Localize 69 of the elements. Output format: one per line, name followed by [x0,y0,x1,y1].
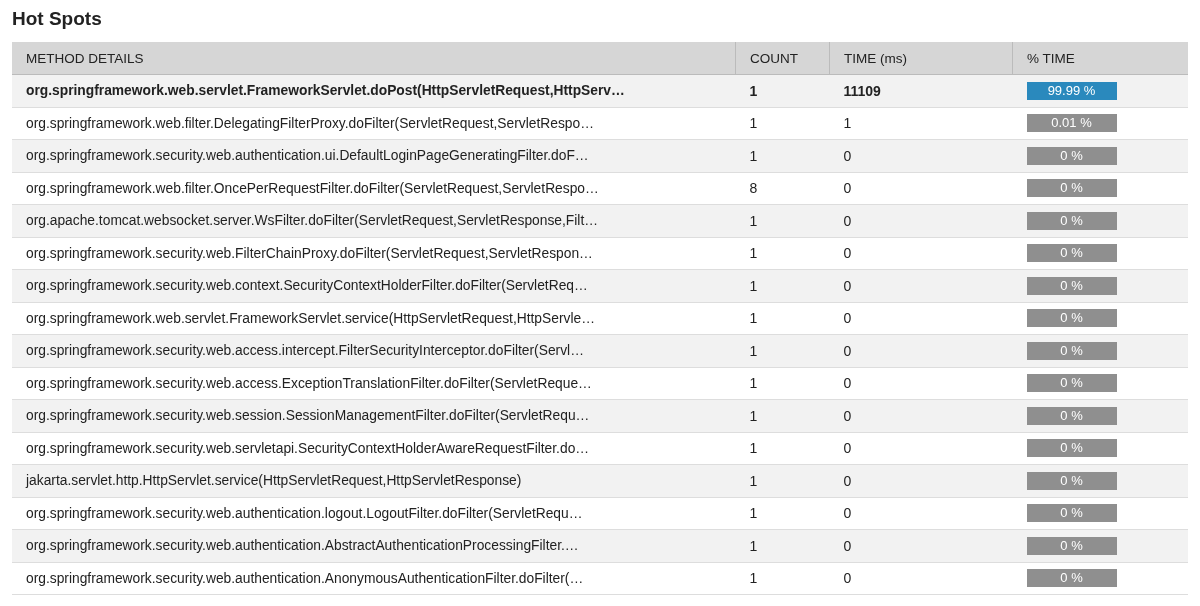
column-header[interactable]: TIME (ms) [829,42,1013,75]
percent-badge: 0 % [1026,276,1117,295]
percent-badge: 0 % [1026,244,1117,263]
percent-badge: 0.01 % [1026,114,1117,133]
percent-badge: 0 % [1026,341,1117,360]
percent-badge: 0 % [1026,211,1117,230]
count-cell: 1 [735,529,830,562]
count-cell: 1 [735,367,830,400]
time-cell: 0 [829,529,1013,562]
column-header[interactable]: % TIME [1012,42,1188,75]
percent-badge: 99.99 % [1026,81,1117,100]
method-cell: org.springframework.web.servlet.FrameworkServlet.service(HttpServletRequest,HttpServle… [12,302,736,335]
column-header[interactable]: COUNT [735,42,830,75]
count-cell: 1 [735,139,830,172]
method-cell: org.springframework.security.web.servletapi.SecurityContextHolderAwareRequestFilter.do… [12,432,736,465]
section-title: Hot Spots [12,7,103,31]
time-cell: 11109 [829,74,1013,107]
method-cell: org.springframework.web.filter.DelegatingFilterProxy.doFilter(ServletRequest,ServletRespo… [12,107,736,140]
count-cell: 1 [735,302,830,335]
count-cell: 1 [735,204,830,237]
time-cell: 0 [829,334,1013,367]
time-cell: 1 [829,107,1013,140]
time-cell: 0 [829,302,1013,335]
time-cell: 0 [829,432,1013,465]
percent-badge: 0 % [1026,504,1117,523]
method-cell: org.apache.tomcat.websocket.server.WsFilter.doFilter(ServletRequest,ServletResponse,Filt… [12,204,736,237]
method-cell: org.springframework.security.web.FilterChainProxy.doFilter(ServletRequest,ServletRespon… [12,237,736,270]
method-cell: org.springframework.security.web.authentication.ui.DefaultLoginPageGeneratingFilter.doF… [12,139,736,172]
method-cell: org.springframework.security.web.authentication.logout.LogoutFilter.doFilter(ServletRequ… [12,497,736,530]
method-cell: org.springframework.web.servlet.FrameworkServlet.doPost(HttpServletRequest,HttpServ… [12,74,736,107]
time-cell: 0 [829,367,1013,400]
percent-badge: 0 % [1026,374,1117,393]
percent-badge: 0 % [1026,309,1117,328]
column-header[interactable]: METHOD DETAILS [12,42,736,75]
count-cell: 1 [735,464,830,497]
count-cell: 1 [735,237,830,270]
percent-badge: 0 % [1026,146,1117,165]
count-cell: 1 [735,497,830,530]
time-cell: 0 [829,269,1013,302]
method-cell: org.springframework.web.filter.OncePerRequestFilter.doFilter(ServletRequest,ServletRespo… [12,172,736,205]
method-cell: jakarta.servlet.http.HttpServlet.service(HttpServletRequest,HttpServletResponse) [12,464,736,497]
method-cell: org.springframework.security.web.access.intercept.FilterSecurityInterceptor.doFilter(Servl… [12,334,736,367]
method-cell: org.springframework.security.web.context.SecurityContextHolderFilter.doFilter(ServletReq… [12,269,736,302]
percent-badge: 0 % [1026,569,1117,588]
count-cell: 1 [735,562,830,595]
count-cell: 8 [735,172,830,205]
time-cell: 0 [829,464,1013,497]
count-cell: 1 [735,334,830,367]
count-cell: 1 [735,432,830,465]
method-cell: org.springframework.security.web.access.ExceptionTranslationFilter.doFilter(ServletReque… [12,367,736,400]
time-cell: 0 [829,399,1013,432]
percent-badge: 0 % [1026,536,1117,555]
count-cell: 1 [735,269,830,302]
time-cell: 0 [829,562,1013,595]
time-cell: 0 [829,139,1013,172]
percent-badge: 0 % [1026,439,1117,458]
percent-badge: 0 % [1026,179,1117,198]
time-cell: 0 [829,204,1013,237]
percent-badge: 0 % [1026,406,1117,425]
count-cell: 1 [735,74,830,107]
time-cell: 0 [829,237,1013,270]
count-cell: 1 [735,107,830,140]
method-cell: org.springframework.security.web.authentication.AbstractAuthenticationProcessingFilter.… [12,529,736,562]
method-cell: org.springframework.security.web.authentication.AnonymousAuthenticationFilter.doFilter(… [12,562,736,595]
count-cell: 1 [735,399,830,432]
time-cell: 0 [829,172,1013,205]
method-cell: org.springframework.security.web.session.SessionManagementFilter.doFilter(ServletRequ… [12,399,736,432]
time-cell: 0 [829,497,1013,530]
percent-badge: 0 % [1026,471,1117,490]
